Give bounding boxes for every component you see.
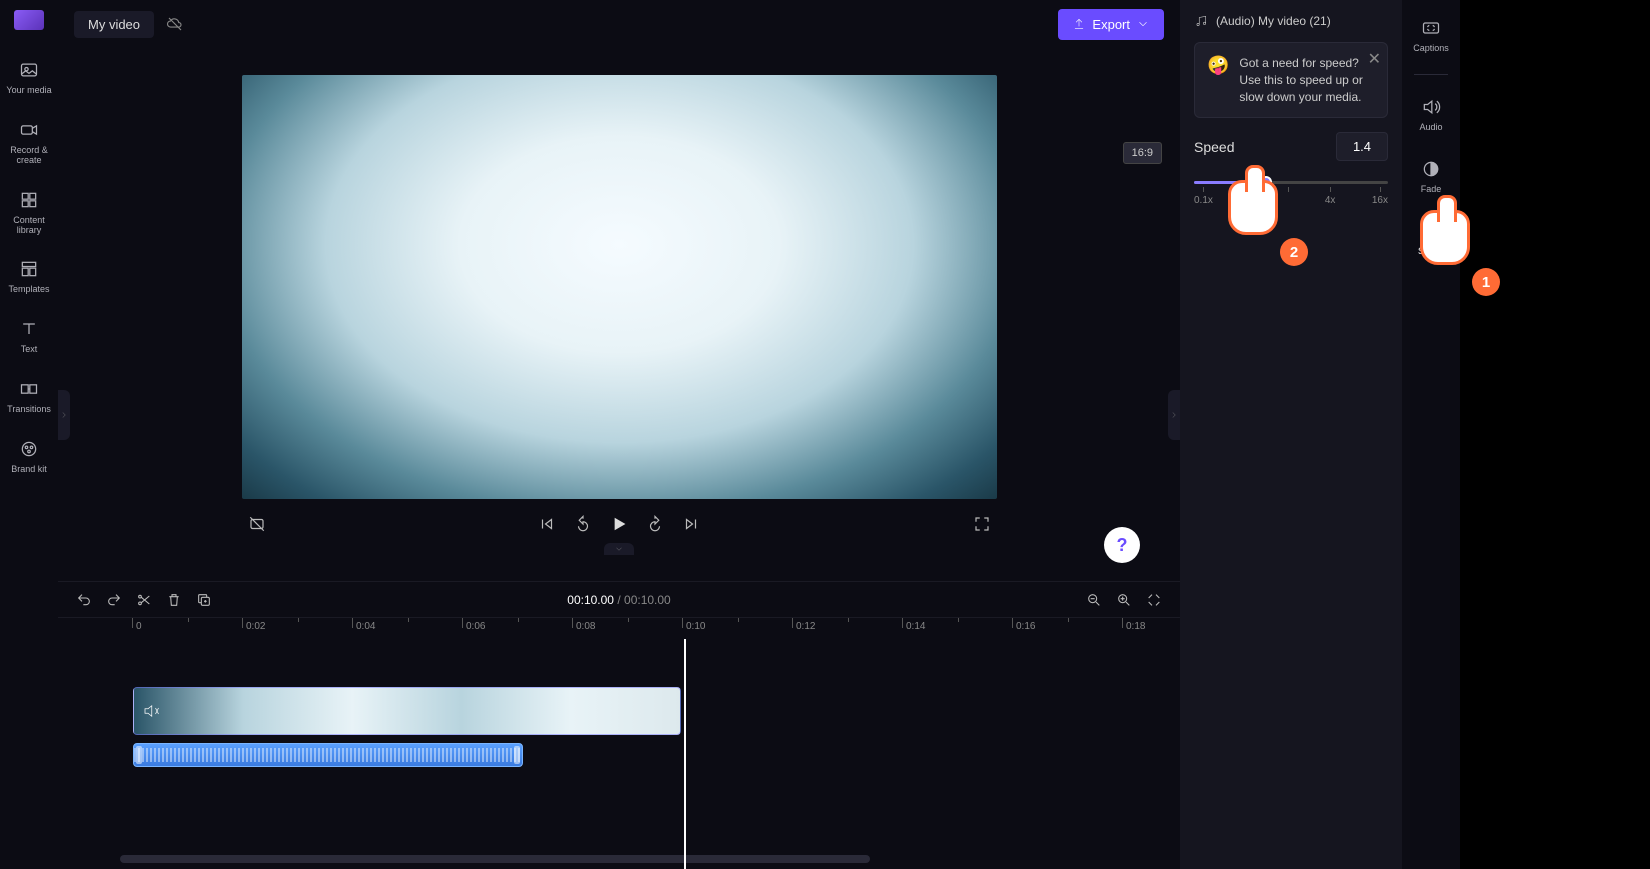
speed-label: Speed [1194, 139, 1234, 155]
speed-value-input[interactable] [1336, 132, 1388, 161]
music-note-icon [1194, 14, 1208, 28]
nav-label: Fade [1421, 185, 1442, 195]
close-tip-button[interactable]: ✕ [1368, 49, 1381, 69]
timeline-toolbar: 00:10.00 / 00:10.00 [58, 581, 1180, 617]
slider-ticks: 0.1x 1x 4x 16x [1194, 195, 1388, 206]
fullscreen-button[interactable] [973, 515, 991, 533]
nav-content-library[interactable]: Content library [0, 184, 58, 240]
divider [1414, 74, 1448, 75]
track-label: (Audio) My video (21) [1216, 14, 1331, 28]
nav-label: Text [21, 345, 38, 355]
nav-label: Content library [2, 216, 56, 236]
nav-label: Brand kit [11, 465, 47, 475]
library-icon [17, 188, 41, 212]
timeline-scrollbar[interactable] [120, 855, 1170, 863]
redo-button[interactable] [106, 592, 122, 608]
tip-text: Got a need for speed? Use this to speed … [1239, 55, 1375, 105]
nav-your-media[interactable]: Your media [0, 54, 58, 100]
camera-icon [17, 118, 41, 142]
slider-fill [1194, 181, 1266, 184]
selected-track-info: (Audio) My video (21) [1194, 14, 1388, 28]
duplicate-button[interactable] [196, 592, 212, 608]
video-preview[interactable] [242, 75, 997, 499]
rewind-button[interactable] [574, 515, 592, 533]
brand-icon [17, 437, 41, 461]
collapse-preview[interactable] [604, 543, 634, 555]
safe-zone-toggle[interactable] [248, 515, 266, 533]
timeline-ruler[interactable]: 0 0:02 0:04 0:06 0:08 0:10 0:12 0:14 0:1… [58, 617, 1180, 639]
forward-button[interactable] [646, 515, 664, 533]
zoom-out-button[interactable] [1086, 592, 1102, 608]
preview-controls [242, 499, 997, 549]
video-clip[interactable] [133, 687, 681, 735]
slider-thumb[interactable] [1260, 176, 1272, 188]
nav-label: Audio [1419, 123, 1442, 133]
audio-clip[interactable] [133, 743, 523, 767]
topbar: My video Export [58, 0, 1180, 48]
nav-transitions[interactable]: Transitions [0, 373, 58, 419]
nav-fade[interactable]: Fade [1402, 153, 1460, 199]
time-display: 00:10.00 / 00:10.00 [567, 593, 670, 607]
nav-label: Speed [1418, 247, 1444, 257]
nav-captions[interactable]: Captions [1402, 12, 1460, 58]
timeline-tracks[interactable] [58, 639, 1180, 869]
aspect-ratio-badge[interactable]: 16:9 [1123, 142, 1162, 164]
right-sidebar: Captions Audio Fade Speed 1 [1402, 0, 1460, 869]
cloud-sync-icon[interactable] [166, 15, 184, 33]
nav-text[interactable]: Text [0, 313, 58, 359]
split-button[interactable] [136, 592, 152, 608]
speaker-icon [1419, 95, 1443, 119]
emoji-icon: 🤪 [1207, 55, 1229, 105]
chevron-down-icon [1136, 17, 1150, 31]
preview-area: 16:9 ? [58, 48, 1180, 581]
app-logo[interactable] [14, 10, 44, 30]
nav-label: Record & create [2, 146, 56, 166]
skip-start-button[interactable] [538, 515, 556, 533]
undo-button[interactable] [76, 592, 92, 608]
blank-area [1460, 0, 1650, 869]
nav-record-create[interactable]: Record & create [0, 114, 58, 170]
text-icon [17, 317, 41, 341]
skip-end-button[interactable] [682, 515, 700, 533]
collapse-right-panel[interactable] [1168, 390, 1180, 440]
help-button[interactable]: ? [1104, 527, 1140, 563]
nav-audio[interactable]: Audio [1402, 91, 1460, 137]
current-time: 00:10.00 [567, 593, 614, 607]
upload-icon [1072, 17, 1086, 31]
delete-button[interactable] [166, 592, 182, 608]
nav-label: Your media [6, 86, 51, 96]
speed-slider[interactable]: 0.1x 1x 4x 16x [1194, 175, 1388, 225]
nav-brand-kit[interactable]: Brand kit [0, 433, 58, 479]
templates-icon [17, 257, 41, 281]
nav-templates[interactable]: Templates [0, 253, 58, 299]
play-button[interactable] [610, 515, 628, 533]
left-sidebar: Your media Record & create Content libra… [0, 0, 58, 869]
export-label: Export [1092, 17, 1130, 32]
main-area: My video Export 16:9 ? [58, 0, 1180, 869]
nav-speed[interactable]: Speed [1402, 215, 1460, 261]
total-time: 00:10.00 [624, 593, 671, 607]
captions-icon [1419, 16, 1443, 40]
export-button[interactable]: Export [1058, 9, 1164, 40]
playhead[interactable] [684, 639, 686, 869]
scrollbar-thumb[interactable] [120, 855, 870, 863]
transitions-icon [17, 377, 41, 401]
project-name-input[interactable]: My video [74, 11, 154, 38]
media-icon [17, 58, 41, 82]
nav-label: Templates [8, 285, 49, 295]
zoom-fit-button[interactable] [1146, 592, 1162, 608]
nav-label: Captions [1413, 44, 1449, 54]
nav-label: Transitions [7, 405, 51, 415]
mute-icon[interactable] [142, 702, 160, 720]
fade-icon [1419, 157, 1443, 181]
zoom-in-button[interactable] [1116, 592, 1132, 608]
speed-panel: (Audio) My video (21) 🤪 Got a need for s… [1180, 0, 1402, 869]
waveform [134, 748, 522, 761]
speedometer-icon [1419, 219, 1443, 243]
speed-tip: 🤪 Got a need for speed? Use this to spee… [1194, 42, 1388, 118]
